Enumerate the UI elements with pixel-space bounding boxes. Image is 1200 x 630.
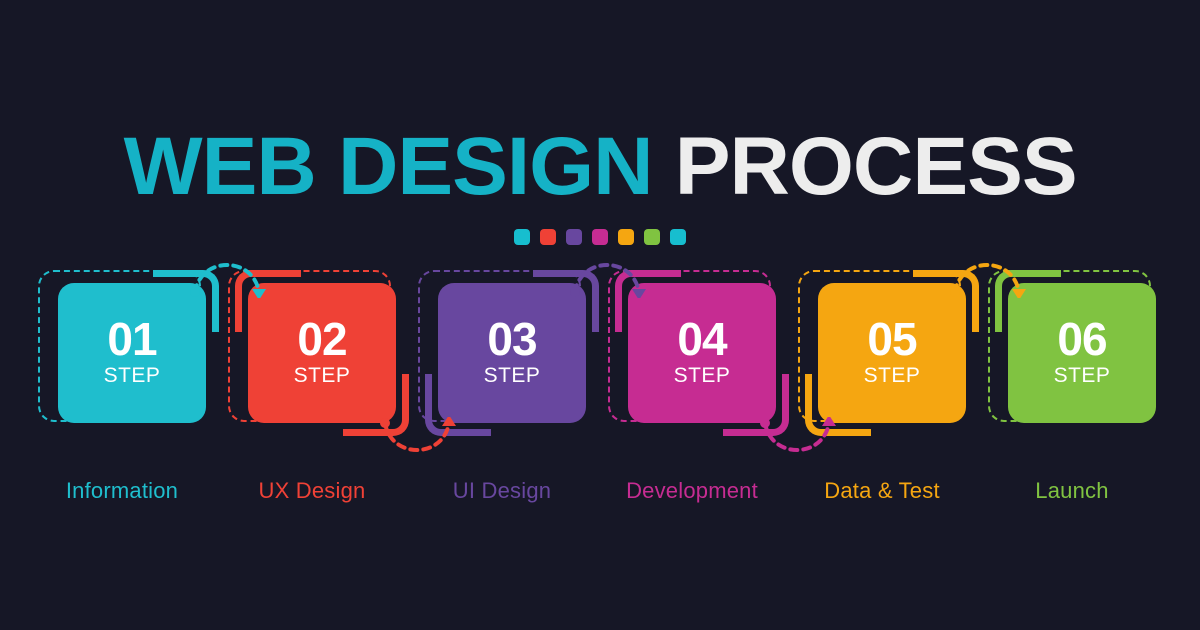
infographic-canvas: WEB DESIGN PROCESS 01 STEP Information 02 ST… (0, 0, 1200, 630)
step-label-03: UI Design (452, 478, 552, 503)
step-tile-01[interactable]: 01 STEP (58, 283, 206, 423)
step-card-03[interactable]: 03 STEP (418, 270, 599, 436)
step-tile-02[interactable]: 02 STEP (248, 283, 396, 423)
step-number-02: 02 (297, 313, 347, 366)
step-word-02: STEP (293, 363, 351, 387)
step-word-05: STEP (863, 363, 921, 387)
step-tile-06[interactable]: 06 STEP (1008, 283, 1156, 423)
step-number-06: 06 (1057, 313, 1107, 366)
step-number-05: 05 (867, 313, 917, 366)
step-card-01[interactable]: 01 STEP (38, 270, 219, 423)
step-label-01: Information (65, 478, 179, 503)
step-word-01: STEP (103, 363, 161, 387)
steps-row: 01 STEP Information 02 STEP UX Design 03 STEP UI… (0, 0, 1200, 630)
step-word-03: STEP (483, 363, 541, 387)
step-tile-03[interactable]: 03 STEP (438, 283, 586, 423)
step-label-02: UX Design (258, 478, 366, 503)
step-card-05[interactable]: 05 STEP (798, 270, 979, 436)
step-tile-05[interactable]: 05 STEP (818, 283, 966, 423)
step-card-04[interactable]: 04 STEP (608, 270, 789, 436)
step-label-05: Data & Test (824, 478, 940, 503)
step-number-01: 01 (107, 313, 157, 366)
step-card-02[interactable]: 02 STEP (228, 270, 409, 436)
step-card-06[interactable]: 06 STEP (988, 270, 1156, 423)
step-number-03: 03 (487, 313, 537, 366)
step-number-04: 04 (677, 313, 727, 366)
step-label-06: Launch (1035, 478, 1109, 503)
step-word-04: STEP (673, 363, 731, 387)
step-tile-04[interactable]: 04 STEP (628, 283, 776, 423)
step-label-04: Development (626, 478, 758, 503)
step-word-06: STEP (1053, 363, 1111, 387)
